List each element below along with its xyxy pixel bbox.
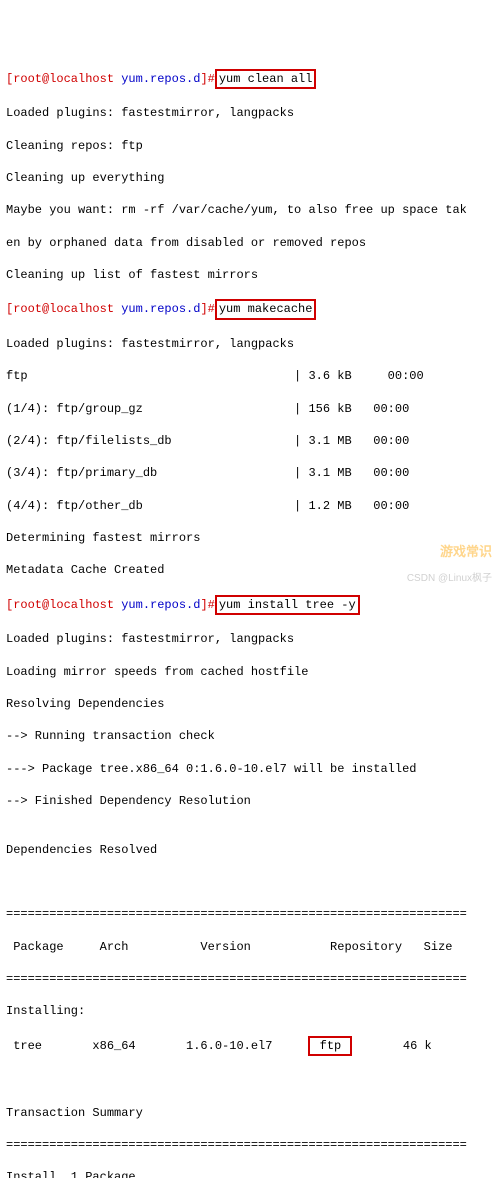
output-line: Cleaning up list of fastest mirrors <box>6 267 494 283</box>
output-line: Loaded plugins: fastestmirror, langpacks <box>6 631 494 647</box>
table-header: Package Arch Version Repository Size <box>6 939 494 955</box>
prompt-close: ]# <box>200 72 214 86</box>
prompt-path: yum.repos.d <box>121 302 200 316</box>
prompt-line-3: [root@localhost yum.repos.d]#yum install… <box>6 595 494 615</box>
output-line: ftp | 3.6 kB 00:00 <box>6 368 494 384</box>
output-line: Loaded plugins: fastestmirror, langpacks <box>6 336 494 352</box>
prompt-user: [root@localhost <box>6 72 121 86</box>
output-line: Maybe you want: rm -rf /var/cache/yum, t… <box>6 202 494 218</box>
table-row: tree x86_64 1.6.0-10.el7 ftp 46 k <box>6 1036 494 1056</box>
watermark: 游戏常识 <box>440 543 492 561</box>
output-line: --> Finished Dependency Resolution <box>6 793 494 809</box>
output-line: Metadata Cache Created <box>6 562 494 578</box>
repo-ftp-highlight: ftp <box>308 1036 352 1056</box>
prompt-close: ]# <box>200 598 214 612</box>
install-count: Install 1 Package <box>6 1169 494 1178</box>
output-line: Cleaning up everything <box>6 170 494 186</box>
output-line: Loading mirror speeds from cached hostfi… <box>6 664 494 680</box>
prompt-user: [root@localhost <box>6 302 121 316</box>
prompt-line-2: [root@localhost yum.repos.d]#yum makecac… <box>6 299 494 319</box>
output-line: Resolving Dependencies <box>6 696 494 712</box>
output-line: Loaded plugins: fastestmirror, langpacks <box>6 105 494 121</box>
output-line: (2/4): ftp/filelists_db | 3.1 MB 00:00 <box>6 433 494 449</box>
prompt-path: yum.repos.d <box>121 72 200 86</box>
separator: ========================================… <box>6 1137 494 1153</box>
installing-header: Installing: <box>6 1003 494 1019</box>
cmd-yum-install-tree[interactable]: yum install tree -y <box>215 595 360 615</box>
size-cell: 46 k <box>352 1039 431 1053</box>
separator: ========================================… <box>6 906 494 922</box>
output-line: Cleaning repos: ftp <box>6 138 494 154</box>
cmd-yum-makecache[interactable]: yum makecache <box>215 299 317 319</box>
output-line: (3/4): ftp/primary_db | 3.1 MB 00:00 <box>6 465 494 481</box>
output-line <box>6 1072 494 1088</box>
prompt-path: yum.repos.d <box>121 598 200 612</box>
prompt-close: ]# <box>200 302 214 316</box>
output-line: en by orphaned data from disabled or rem… <box>6 235 494 251</box>
output-line <box>6 874 494 890</box>
output-line: ---> Package tree.x86_64 0:1.6.0-10.el7 … <box>6 761 494 777</box>
pkg-cell: tree x86_64 1.6.0-10.el7 <box>6 1039 308 1053</box>
separator: ========================================… <box>6 971 494 987</box>
prompt-line-1: [root@localhost yum.repos.d]#yum clean a… <box>6 69 494 89</box>
output-line: Determining fastest mirrors <box>6 530 494 546</box>
output-line: --> Running transaction check <box>6 728 494 744</box>
output-line: (1/4): ftp/group_gz | 156 kB 00:00 <box>6 401 494 417</box>
transaction-summary: Transaction Summary <box>6 1105 494 1121</box>
output-line: (4/4): ftp/other_db | 1.2 MB 00:00 <box>6 498 494 514</box>
cmd-yum-clean-all[interactable]: yum clean all <box>215 69 317 89</box>
prompt-user: [root@localhost <box>6 598 121 612</box>
output-line: Dependencies Resolved <box>6 842 494 858</box>
